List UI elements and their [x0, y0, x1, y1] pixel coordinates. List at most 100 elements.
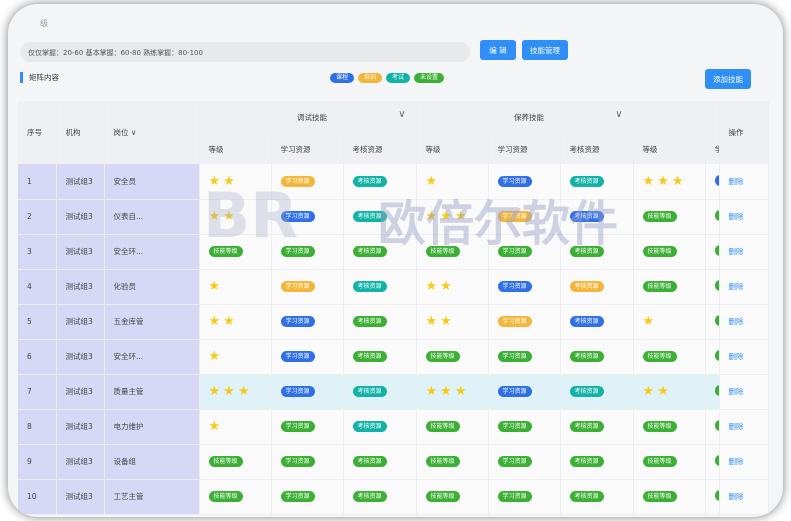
- resource-tag[interactable]: 学习资源: [280, 281, 315, 293]
- resource-tag[interactable]: 考核资源: [352, 246, 387, 258]
- resource-tag[interactable]: 学习资源: [280, 211, 315, 223]
- resource-tag[interactable]: 考核资源: [352, 211, 387, 223]
- resource-tag[interactable]: 学习资源: [497, 491, 532, 503]
- table-row[interactable]: 6 测试组3 安全环... ★ 学习资源 考核资源 技能等级 学习资源 考核资源 技能等级 删除: [18, 339, 769, 374]
- resource-tag[interactable]: [714, 490, 719, 501]
- resource-tag[interactable]: 考核资源: [352, 456, 387, 468]
- group-header-debug[interactable]: 调试技能 ∨: [199, 101, 417, 134]
- resource-tag[interactable]: 考核资源: [352, 281, 387, 293]
- resource-tag[interactable]: 考核资源: [569, 176, 604, 187]
- resource-tag[interactable]: [714, 245, 719, 256]
- resource-tag[interactable]: 学习资源: [280, 351, 315, 363]
- resource-tag[interactable]: 学习资源: [497, 211, 532, 223]
- resource-tag[interactable]: [714, 420, 719, 431]
- skill-cell: 技能等级: [633, 234, 706, 269]
- resource-tag[interactable]: [714, 455, 719, 466]
- resource-tag[interactable]: [714, 350, 719, 361]
- resource-tag[interactable]: 学习资源: [280, 316, 315, 328]
- resource-tag[interactable]: 学习资源: [497, 351, 532, 363]
- edit-button[interactable]: 编 辑: [480, 40, 516, 60]
- resource-tag[interactable]: 考核资源: [569, 351, 604, 363]
- resource-tag[interactable]: 技能等级: [642, 421, 677, 433]
- resource-tag[interactable]: 技能等级: [208, 456, 243, 468]
- resource-tag[interactable]: 考核资源: [569, 386, 604, 398]
- resource-tag[interactable]: 学习资源: [497, 246, 532, 258]
- table-row[interactable]: 2 测试组3 仪表自... ★★ 学习资源 考核资源 ★★★ 学习资源 考核资源 技能等级 删除: [18, 199, 769, 234]
- resource-tag[interactable]: 技能等级: [642, 491, 677, 503]
- delete-link[interactable]: 删除: [719, 164, 769, 199]
- table-row[interactable]: 8 测试组3 电力维护 ★ 学习资源 考核资源 技能等级 学习资源 考核资源 技能等级 删除: [18, 409, 769, 444]
- chevron-down-icon[interactable]: ∨: [398, 109, 405, 120]
- chevron-down-icon[interactable]: ∨: [131, 128, 137, 137]
- delete-link[interactable]: 删除: [719, 199, 769, 234]
- resource-tag[interactable]: 考核资源: [352, 176, 387, 187]
- resource-tag[interactable]: 考核资源: [352, 491, 387, 503]
- resource-tag[interactable]: [714, 210, 719, 221]
- resource-tag[interactable]: 学习资源: [280, 386, 315, 398]
- resource-tag[interactable]: 技能等级: [425, 421, 460, 433]
- resource-tag[interactable]: 技能等级: [208, 491, 243, 503]
- skill-manage-button[interactable]: 技能管理: [522, 40, 568, 60]
- row-no: 9: [18, 444, 57, 479]
- resource-tag[interactable]: 学习资源: [497, 281, 532, 293]
- delete-link[interactable]: 删除: [719, 409, 769, 444]
- resource-tag[interactable]: 考核资源: [569, 456, 604, 468]
- delete-link[interactable]: 删除: [719, 304, 769, 339]
- table-row[interactable]: 7 测试组3 质量主管 ★★★ 学习资源 考核资源 ★★★ 学习资源 考核资源 ★★ 删除: [18, 374, 769, 409]
- resource-tag[interactable]: 考核资源: [569, 491, 604, 503]
- skill-cell: 学习资源: [488, 269, 561, 304]
- resource-tag[interactable]: 学习资源: [497, 176, 532, 187]
- delete-link[interactable]: 删除: [719, 234, 769, 269]
- resource-tag[interactable]: 考核资源: [569, 246, 604, 258]
- star-rating-icon: ★★★: [642, 173, 687, 189]
- resource-tag[interactable]: 学习资源: [497, 386, 532, 398]
- resource-tag[interactable]: 学习资源: [280, 421, 315, 433]
- resource-tag[interactable]: 学习资源: [280, 456, 315, 468]
- resource-tag[interactable]: 技能等级: [425, 246, 460, 258]
- resource-tag[interactable]: 考核资源: [569, 211, 604, 223]
- resource-tag[interactable]: 学习资源: [280, 246, 315, 258]
- delete-link[interactable]: 删除: [719, 269, 769, 304]
- table-row[interactable]: 1 测试组3 安全员 ★★ 学习资源 考核资源 ★ 学习资源 考核资源 ★★★ 删除: [18, 164, 769, 199]
- resource-tag[interactable]: 考核资源: [352, 386, 387, 398]
- resource-tag[interactable]: 考核资源: [569, 421, 604, 433]
- resource-tag[interactable]: 技能等级: [425, 351, 460, 363]
- col-header-post[interactable]: 岗位 ∨: [104, 101, 200, 164]
- resource-tag[interactable]: 考核资源: [352, 351, 387, 363]
- resource-tag[interactable]: 学习资源: [497, 316, 532, 328]
- resource-tag[interactable]: [714, 385, 719, 396]
- group-header-maintain[interactable]: 保养技能 ∨: [416, 101, 634, 134]
- resource-tag[interactable]: [714, 280, 719, 291]
- resource-tag[interactable]: [714, 174, 719, 186]
- resource-tag[interactable]: 学习资源: [280, 176, 315, 187]
- skill-cell: [705, 269, 720, 304]
- resource-tag[interactable]: 技能等级: [642, 351, 677, 363]
- table-row[interactable]: 5 测试组3 五金库管 ★★ 学习资源 考核资源 ★★ 学习资源 考核资源 ★ 删除: [18, 304, 769, 339]
- delete-link[interactable]: 删除: [719, 339, 769, 374]
- resource-tag[interactable]: 技能等级: [642, 211, 677, 223]
- resource-tag[interactable]: 技能等级: [642, 456, 677, 468]
- resource-tag[interactable]: 技能等级: [425, 456, 460, 468]
- resource-tag[interactable]: 技能等级: [642, 246, 677, 258]
- table-row[interactable]: 9 测试组3 设备组 技能等级 学习资源 考核资源 技能等级 学习资源 考核资源 技能等级 删除: [18, 444, 769, 479]
- resource-tag[interactable]: [714, 315, 719, 326]
- table-row[interactable]: 3 测试组3 安全环... 技能等级 学习资源 考核资源 技能等级 学习资源 考核资源 技能等级 删…: [18, 234, 769, 269]
- resource-tag[interactable]: 技能等级: [425, 491, 460, 503]
- resource-tag[interactable]: 考核资源: [352, 316, 387, 328]
- resource-tag[interactable]: 学习资源: [497, 421, 532, 433]
- table-row[interactable]: 10 测试组3 工艺主管 技能等级 学习资源 考核资源 技能等级 学习资源 考核资源 技能等级 删除: [18, 479, 769, 514]
- skill-cell: ★★: [633, 374, 706, 409]
- resource-tag[interactable]: 学习资源: [280, 491, 315, 503]
- delete-link[interactable]: 删除: [719, 479, 769, 514]
- add-skill-button[interactable]: 添加技能: [705, 69, 751, 89]
- resource-tag[interactable]: 学习资源: [497, 456, 532, 468]
- table-row[interactable]: 4 测试组3 化验员 ★ 学习资源 考核资源 ★★ 学习资源 考核资源 技能等级 删除: [18, 269, 769, 304]
- resource-tag[interactable]: 考核资源: [569, 281, 604, 293]
- resource-tag[interactable]: 技能等级: [642, 281, 677, 293]
- resource-tag[interactable]: 技能等级: [208, 246, 243, 258]
- delete-link[interactable]: 删除: [719, 374, 769, 409]
- resource-tag[interactable]: 考核资源: [352, 421, 387, 433]
- resource-tag[interactable]: 考核资源: [569, 316, 604, 328]
- chevron-down-icon[interactable]: ∨: [615, 109, 622, 120]
- delete-link[interactable]: 删除: [719, 444, 769, 479]
